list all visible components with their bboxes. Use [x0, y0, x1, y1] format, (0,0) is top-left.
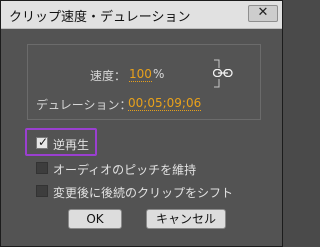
maintain-pitch-checkbox[interactable] [36, 162, 48, 174]
chain-link-icon[interactable] [213, 69, 233, 77]
dialog-title: クリップ速度・デュレーション [9, 10, 191, 25]
maintain-pitch-label: オーディオのピッチを維持 [53, 163, 197, 177]
clip-speed-duration-dialog: クリップ速度・デュレーション ✕ 速度： 100 % デュレーション： 00;0… [0, 0, 283, 247]
reverse-speed-checkbox[interactable]: ✓ [36, 135, 49, 149]
ripple-edit-label: 変更後に後続のクリップをシフト [53, 186, 234, 200]
cancel-button[interactable]: キャンセル [146, 209, 226, 229]
duration-value[interactable]: 00;05;09;06 [128, 96, 202, 111]
checkmark-icon: ✓ [37, 135, 49, 149]
ok-button[interactable]: OK [68, 209, 122, 229]
speed-unit: % [153, 67, 165, 81]
close-button[interactable]: ✕ [248, 5, 278, 22]
reverse-speed-label: 逆再生 [53, 138, 90, 152]
duration-label: デュレーション： [36, 98, 132, 112]
ripple-edit-checkbox[interactable] [36, 185, 48, 197]
speed-label: 速度： [90, 69, 127, 83]
speed-value[interactable]: 100 [129, 67, 152, 82]
close-icon: ✕ [257, 5, 269, 20]
title-bar[interactable]: クリップ速度・デュレーション ✕ [1, 1, 282, 29]
